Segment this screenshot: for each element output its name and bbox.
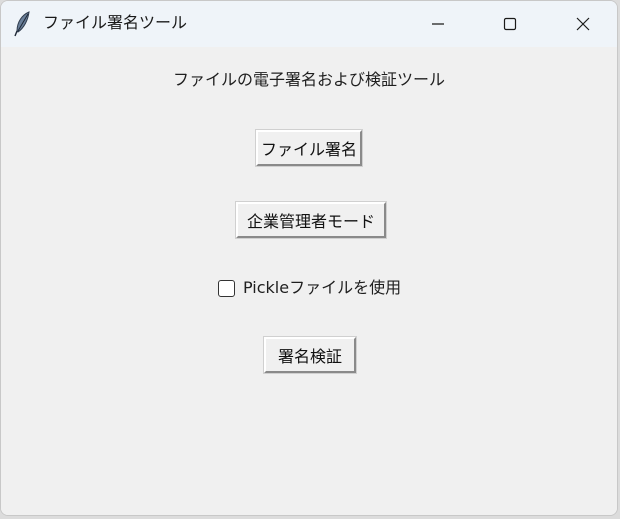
minimize-icon	[430, 16, 446, 32]
feather-icon	[12, 11, 34, 37]
app-window: ファイル署名ツール ファイルの電子署名および検証ツール ファイル署名 企業管理者…	[0, 0, 618, 516]
close-icon	[575, 16, 591, 32]
page-title: ファイルの電子署名および検証ツール	[172, 70, 445, 89]
verify-signature-button[interactable]: 署名検証	[263, 336, 357, 374]
pickle-checkbox-row[interactable]: Pickleファイルを使用	[218, 278, 401, 298]
window-title: ファイル署名ツール	[43, 13, 188, 32]
sign-file-button[interactable]: ファイル署名	[255, 129, 363, 167]
maximize-icon	[502, 16, 518, 32]
close-button[interactable]	[548, 1, 617, 47]
maximize-button[interactable]	[475, 1, 545, 47]
minimize-button[interactable]	[403, 1, 473, 47]
admin-mode-button[interactable]: 企業管理者モード	[235, 201, 387, 239]
title-bar[interactable]: ファイル署名ツール	[1, 1, 617, 47]
main-panel: ファイルの電子署名および検証ツール ファイル署名 企業管理者モード Pickle…	[1, 47, 617, 515]
pickle-checkbox-label[interactable]: Pickleファイルを使用	[243, 278, 401, 298]
pickle-checkbox[interactable]	[218, 279, 235, 297]
